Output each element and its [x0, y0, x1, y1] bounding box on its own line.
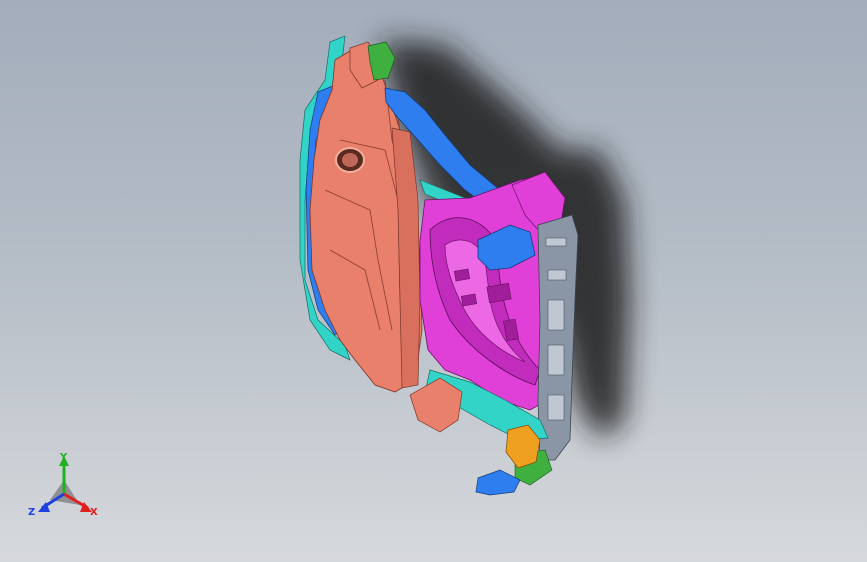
3d-model-view[interactable]: Y X Z	[0, 0, 867, 562]
graphics-viewport[interactable]: Y X Z	[0, 0, 867, 562]
x-axis-label: X	[90, 507, 98, 518]
panel-hole-inner	[342, 153, 358, 167]
z-axis-label: Z	[28, 507, 35, 518]
reference-triad: Y X Z	[28, 452, 98, 518]
right-gray-frame	[537, 214, 579, 461]
blue-bottom-foot	[475, 469, 521, 496]
y-axis-label: Y	[59, 452, 68, 463]
